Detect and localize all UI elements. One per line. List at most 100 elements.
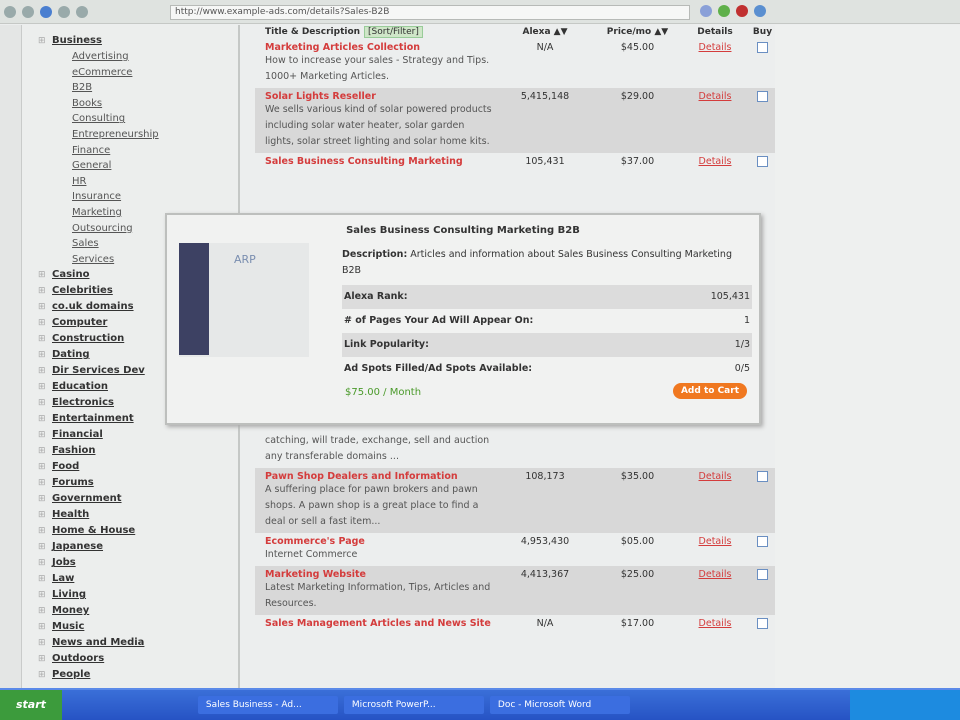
details-cell: Details bbox=[680, 471, 750, 530]
table-row: Marketing Articles Collection How to incr… bbox=[255, 39, 775, 88]
listing-description: catching, will trade, exchange, sell and… bbox=[265, 435, 490, 462]
sidebar-category[interactable]: Forums bbox=[38, 475, 238, 491]
popup-field: Alexa Rank: 105,431 bbox=[342, 285, 752, 309]
sidebar-category[interactable]: News and Media bbox=[38, 635, 238, 651]
right-pane bbox=[775, 25, 960, 688]
sidebar-subcategory[interactable]: HR bbox=[52, 174, 238, 190]
taskbar-item[interactable]: Microsoft PowerP... bbox=[343, 696, 484, 714]
field-value: 0/5 bbox=[734, 363, 750, 374]
details-link[interactable]: Details bbox=[699, 42, 732, 53]
sidebar-category[interactable]: Money bbox=[38, 603, 238, 619]
buy-checkbox[interactable] bbox=[757, 536, 768, 547]
listing-title[interactable]: Ecommerce's Page bbox=[265, 536, 495, 547]
price: $35.00 bbox=[620, 471, 655, 482]
back-icon[interactable] bbox=[4, 5, 16, 18]
field-value: 1 bbox=[743, 315, 750, 326]
price: $29.00 bbox=[620, 91, 655, 102]
sidebar-category[interactable]: Business bbox=[38, 33, 238, 49]
buy-cell bbox=[750, 42, 775, 85]
browser-toolbar: http://www.example-ads.com/details?Sales… bbox=[0, 0, 960, 24]
addon-icon[interactable] bbox=[718, 5, 730, 17]
field-value: 105,431 bbox=[710, 291, 750, 302]
details-link[interactable]: Details bbox=[699, 536, 732, 547]
title-cell: Sales Management Articles and News Site bbox=[265, 618, 495, 632]
home-icon[interactable] bbox=[40, 5, 52, 18]
buy-checkbox[interactable] bbox=[757, 471, 768, 482]
title-cell: Marketing Website Latest Marketing Inform… bbox=[265, 569, 495, 612]
alexa-rank: 4,953,430 bbox=[520, 536, 570, 547]
buy-checkbox[interactable] bbox=[757, 156, 768, 167]
buy-checkbox[interactable] bbox=[757, 91, 768, 102]
stop-icon[interactable] bbox=[76, 5, 88, 18]
sidebar-category[interactable]: Jobs bbox=[38, 555, 238, 571]
sidebar-category[interactable]: Outdoors bbox=[38, 651, 238, 667]
search-icon[interactable] bbox=[754, 5, 766, 17]
table-row: Pawn Shop Dealers and Information A suffe… bbox=[255, 468, 775, 533]
buy-checkbox[interactable] bbox=[757, 569, 768, 580]
sidebar-subcategory[interactable]: Finance bbox=[52, 143, 238, 159]
alexa-rank: N/A bbox=[536, 618, 554, 629]
field-value: 1/3 bbox=[734, 339, 750, 350]
title-cell: Marketing Articles Collection How to incr… bbox=[265, 42, 495, 85]
title-cell: Ecommerce's Page Internet Commerce bbox=[265, 536, 495, 563]
buy-checkbox[interactable] bbox=[757, 618, 768, 629]
col-price[interactable]: Price/mo ▲▼ bbox=[595, 27, 680, 37]
table-row: Marketing Website Latest Marketing Inform… bbox=[255, 566, 775, 615]
details-link[interactable]: Details bbox=[699, 618, 732, 629]
col-alexa[interactable]: Alexa ▲▼ bbox=[495, 27, 595, 37]
taskbar-item[interactable]: Doc - Microsoft Word bbox=[489, 696, 630, 714]
taskbar-item[interactable]: Sales Business - Ad... bbox=[197, 696, 338, 714]
listing-title[interactable]: Pawn Shop Dealers and Information bbox=[265, 471, 495, 482]
sidebar-subcategory[interactable]: Entrepreneurship bbox=[52, 127, 238, 143]
addon-icon[interactable] bbox=[736, 5, 748, 17]
col-buy: Buy bbox=[752, 27, 773, 37]
sidebar-subcategory[interactable]: Advertising bbox=[52, 49, 238, 65]
sidebar-category[interactable]: Home & House bbox=[38, 523, 238, 539]
sidebar-subcategory[interactable]: B2B bbox=[52, 80, 238, 96]
sort-filter-button[interactable]: [Sort/Filter] bbox=[364, 26, 423, 38]
sidebar-category[interactable]: Music bbox=[38, 619, 238, 635]
col-title[interactable]: Title & Description bbox=[265, 27, 360, 37]
listing-title[interactable]: Sales Business Consulting Marketing bbox=[265, 156, 495, 167]
listing-description: Internet Commerce bbox=[265, 549, 358, 560]
buy-cell bbox=[750, 618, 775, 632]
sidebar-category[interactable]: Fashion bbox=[38, 443, 238, 459]
sidebar-category[interactable]: Japanese bbox=[38, 539, 238, 555]
sidebar-subcategory[interactable]: Insurance bbox=[52, 189, 238, 205]
address-bar[interactable]: http://www.example-ads.com/details?Sales… bbox=[170, 5, 690, 20]
details-cell: Details bbox=[680, 42, 750, 85]
sidebar-category[interactable]: Living bbox=[38, 587, 238, 603]
popup-description: Description: Articles and information ab… bbox=[342, 249, 732, 276]
popup-field: Link Popularity: 1/3 bbox=[342, 333, 752, 357]
buy-checkbox[interactable] bbox=[757, 42, 768, 53]
start-button[interactable]: start bbox=[0, 690, 62, 720]
sidebar-category[interactable]: Law bbox=[38, 571, 238, 587]
details-link[interactable]: Details bbox=[699, 569, 732, 580]
buy-cell bbox=[750, 156, 775, 170]
sidebar-subcategory[interactable]: General bbox=[52, 158, 238, 174]
listing-description: We sells various kind of solar powered p… bbox=[265, 104, 492, 147]
table-row: Sales Business Consulting Marketing 105,4… bbox=[255, 153, 775, 173]
details-link[interactable]: Details bbox=[699, 156, 732, 167]
sidebar-category[interactable]: Health bbox=[38, 507, 238, 523]
site-thumbnail: ARP bbox=[179, 243, 309, 357]
details-link[interactable]: Details bbox=[699, 471, 732, 482]
sidebar-category[interactable]: Government bbox=[38, 491, 238, 507]
sidebar-subcategory[interactable]: eCommerce bbox=[52, 65, 238, 81]
sidebar-category[interactable]: Food bbox=[38, 459, 238, 475]
col-details: Details bbox=[697, 27, 733, 37]
sidebar-subcategory[interactable]: Books bbox=[52, 96, 238, 112]
add-to-cart-button[interactable]: Add to Cart bbox=[672, 383, 747, 399]
listing-title[interactable]: Sales Management Articles and News Site bbox=[265, 618, 495, 629]
details-link[interactable]: Details bbox=[699, 91, 732, 102]
sidebar-category[interactable]: People bbox=[38, 667, 238, 683]
listing-title[interactable]: Solar Lights Reseller bbox=[265, 91, 495, 102]
sidebar-category[interactable]: Financial bbox=[38, 427, 238, 443]
popup-title: Sales Business Consulting Marketing B2B bbox=[346, 225, 580, 236]
listing-title[interactable]: Marketing Website bbox=[265, 569, 495, 580]
reload-icon[interactable] bbox=[58, 5, 70, 18]
sidebar-subcategory[interactable]: Consulting bbox=[52, 111, 238, 127]
listing-title[interactable]: Marketing Articles Collection bbox=[265, 42, 495, 53]
forward-icon[interactable] bbox=[22, 5, 34, 18]
extension-icon[interactable] bbox=[700, 5, 712, 17]
